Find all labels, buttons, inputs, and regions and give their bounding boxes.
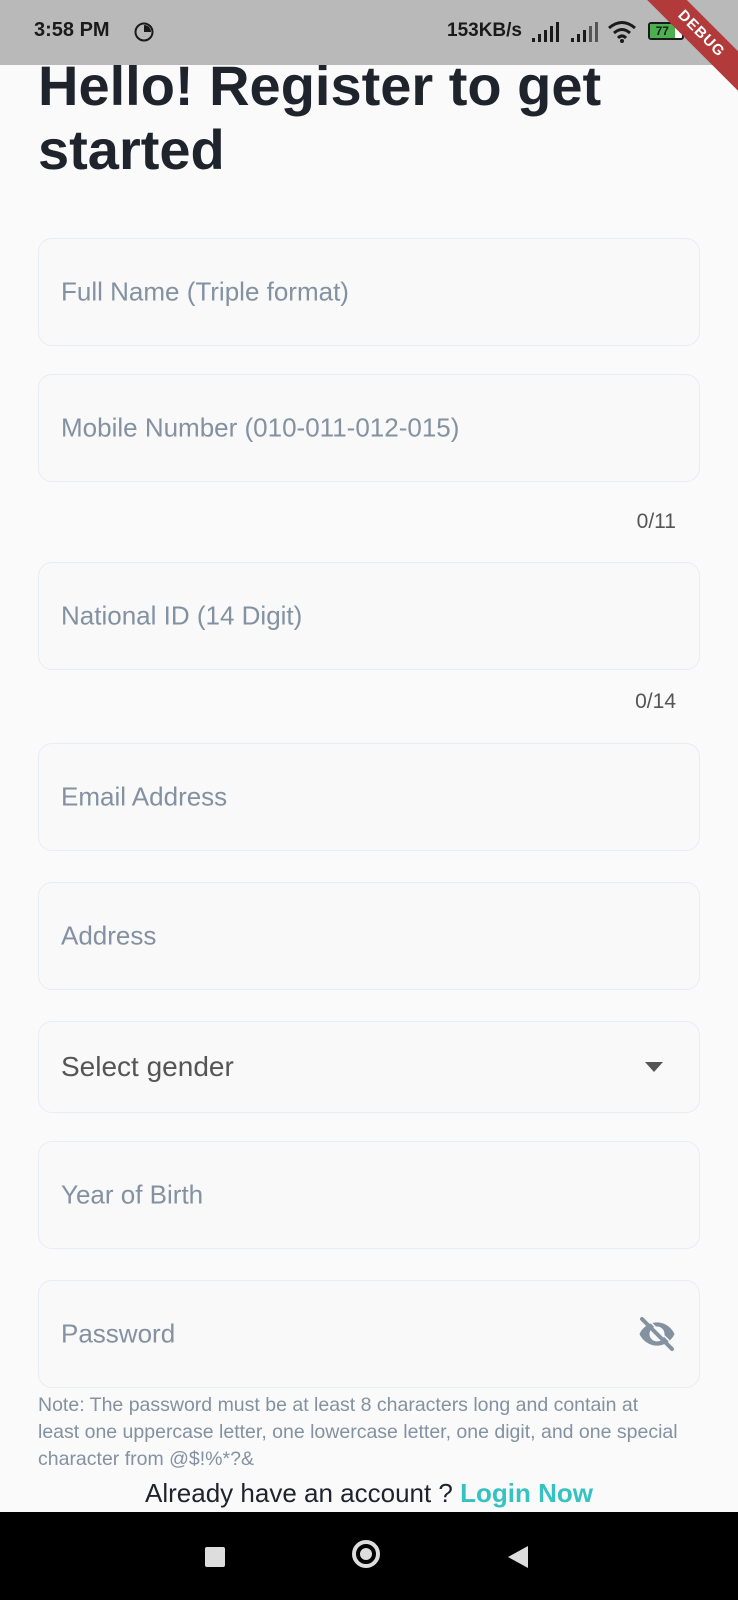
login-prompt-row: Already have an account ? Login Now xyxy=(0,1478,738,1509)
signal-icon xyxy=(571,22,598,42)
mobile-number-field[interactable]: Mobile Number (010-011-012-015) xyxy=(38,374,700,482)
national-id-field[interactable]: National ID (14 Digit) xyxy=(38,562,700,670)
login-prompt: Already have an account ? xyxy=(145,1478,453,1508)
gender-dropdown[interactable]: Select gender xyxy=(38,1021,700,1113)
back-icon[interactable] xyxy=(508,1546,528,1568)
signal-icon xyxy=(532,22,559,42)
home-icon[interactable] xyxy=(352,1540,380,1568)
status-time: 3:58 PM xyxy=(34,19,110,41)
navigation-bar xyxy=(0,1512,738,1600)
email-placeholder: Email Address xyxy=(61,781,228,812)
email-field[interactable]: Email Address xyxy=(38,743,700,851)
national-id-placeholder: National ID (14 Digit) xyxy=(61,600,303,631)
network-speed: 153KB/s xyxy=(447,20,522,41)
recents-icon[interactable] xyxy=(205,1547,225,1567)
password-placeholder: Password xyxy=(61,1318,176,1349)
mobile-counter: 0/11 xyxy=(636,510,676,533)
address-field[interactable]: Address xyxy=(38,882,700,990)
mobile-number-placeholder: Mobile Number (010-011-012-015) xyxy=(61,412,460,443)
clock-icon xyxy=(134,22,154,42)
full-name-field[interactable]: Full Name (Triple format) xyxy=(38,238,700,346)
national-id-counter: 0/14 xyxy=(635,690,676,713)
year-of-birth-placeholder: Year of Birth xyxy=(61,1179,204,1210)
login-now-link[interactable]: Login Now xyxy=(460,1478,593,1508)
battery-level: 77 xyxy=(650,24,675,38)
full-name-placeholder: Full Name (Triple format) xyxy=(61,276,349,307)
gender-placeholder: Select gender xyxy=(61,1051,234,1082)
address-placeholder: Address xyxy=(61,920,157,951)
year-of-birth-field[interactable]: Year of Birth xyxy=(38,1141,700,1249)
chevron-down-icon xyxy=(645,1062,663,1072)
status-bar: 3:58 PM 153KB/s 77 xyxy=(0,0,738,65)
password-note: Note: The password must be at least 8 ch… xyxy=(38,1394,678,1470)
eye-off-icon[interactable] xyxy=(637,1314,677,1354)
password-field[interactable]: Password xyxy=(38,1280,700,1388)
wifi-icon xyxy=(608,21,636,43)
page-title: Hello! Register to get started xyxy=(38,54,602,181)
